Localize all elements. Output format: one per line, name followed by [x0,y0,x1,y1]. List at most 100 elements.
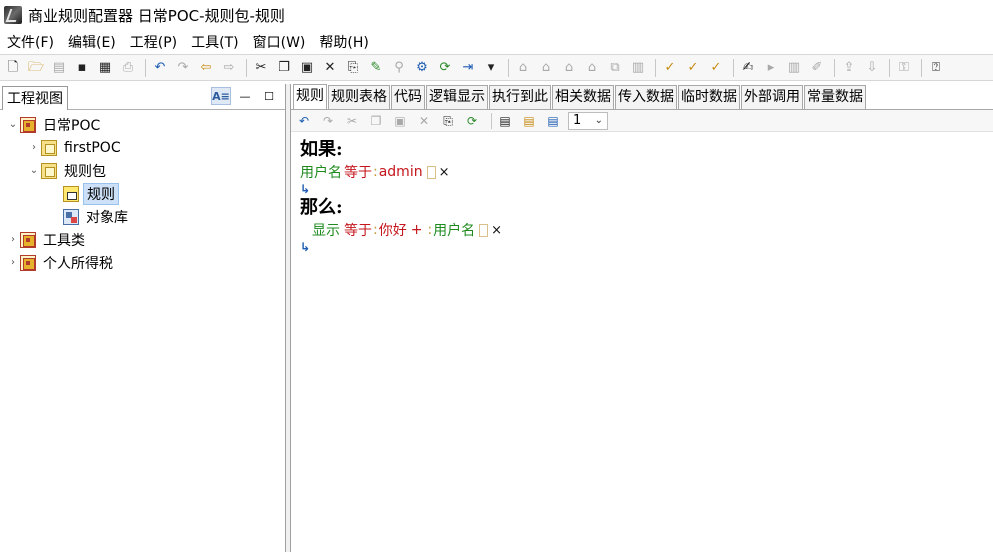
find-icon[interactable]: ⚲ [389,58,409,78]
redo-icon[interactable]: ↷ [319,112,337,130]
action-delete-icon[interactable]: × [491,223,502,238]
edit-icon[interactable]: ✍ [738,58,758,78]
chevron-right-icon[interactable]: › [27,142,41,153]
chevron-down-icon[interactable]: ▾ [481,58,501,78]
tab-code[interactable]: 代码 [391,85,425,109]
action-field[interactable]: 用户名 [433,220,475,240]
menu-window[interactable]: 窗口(W) [253,32,306,52]
save-icon[interactable]: ▪ [72,58,92,78]
forward-icon[interactable]: ⇨ [219,58,239,78]
add-action-arrow-icon[interactable]: ↳ [300,241,310,253]
chevron-right-icon[interactable]: › [6,234,20,245]
undo-icon[interactable]: ↶ [295,112,313,130]
chevron-down-icon[interactable]: ⌄ [27,165,41,176]
tab-rule-table[interactable]: 规则表格 [328,85,390,109]
new-file-icon[interactable]: 🗋 [3,58,23,78]
sort-icon[interactable]: A≡ [211,87,231,105]
tab-external-call[interactable]: 外部调用 [741,85,803,109]
tab-input-data[interactable]: 传入数据 [615,85,677,109]
tree-node-daily-poc[interactable]: ⌄ 日常POC [0,113,285,136]
tree-node-tool-classes[interactable]: › 工具类 [0,228,285,251]
deploy-icon[interactable]: ⌂ [559,58,579,78]
condition-delete-icon[interactable]: × [439,165,450,180]
delete-icon[interactable]: ✕ [320,58,340,78]
build-rule-icon[interactable]: ⌂ [536,58,556,78]
action-bracket-icon[interactable] [479,223,489,237]
cut-icon[interactable]: ✂ [343,112,361,130]
tab-logic-display[interactable]: 逻辑显示 [426,85,488,109]
menu-help[interactable]: 帮助(H) [319,32,368,52]
page-select[interactable]: 1 ⌄ [568,111,608,130]
action-operator[interactable]: 等于 [344,220,372,240]
compare-icon[interactable]: ▥ [628,58,648,78]
document-icon[interactable]: ▤ [496,112,514,130]
project-view-title[interactable]: 工程视图 [2,85,68,110]
build-icon[interactable]: ⌂ [513,58,533,78]
chevron-down-icon[interactable]: ⌄ [6,119,20,130]
action-colon: : [373,222,378,238]
copy-icon[interactable]: ❐ [274,58,294,78]
copy-icon[interactable]: ❐ [367,112,385,130]
chart-icon[interactable]: ▥ [784,58,804,78]
maximize-icon[interactable]: ☐ [259,87,279,105]
back-icon[interactable]: ⇦ [196,58,216,78]
menu-edit[interactable]: 编辑(E) [68,32,116,52]
tab-run-to-here[interactable]: 执行到此 [489,85,551,109]
tab-rule[interactable]: 规则 [293,84,327,109]
action-verb[interactable]: 显示 [312,220,340,240]
tree-node-object-library[interactable]: 对象库 [0,205,285,228]
paste-icon[interactable]: ▣ [391,112,409,130]
chart-edit-icon[interactable]: ✐ [807,58,827,78]
menu-file[interactable]: 文件(F) [7,32,54,52]
refresh-icon[interactable]: ⟳ [463,112,481,130]
cut-icon[interactable]: ✂ [251,58,271,78]
tree-node-label: 个人所得税 [43,255,113,272]
delete-icon[interactable]: ✕ [415,112,433,130]
menu-tools[interactable]: 工具(T) [191,32,238,52]
download-icon[interactable]: ⇩ [862,58,882,78]
add-condition-arrow-icon[interactable]: ↳ [300,183,310,195]
document-check-icon[interactable]: ▤ [544,112,562,130]
action-row[interactable]: 显示 等于 : 你好 + : 用户名 × [312,220,993,240]
undo-icon[interactable]: ↶ [150,58,170,78]
tab-constant-data[interactable]: 常量数据 [804,85,866,109]
tree-node-income-tax[interactable]: › 个人所得税 [0,251,285,274]
menu-project[interactable]: 工程(P) [130,32,177,52]
action-plus[interactable]: + [411,222,423,238]
tab-related-data[interactable]: 相关数据 [552,85,614,109]
close-file-icon[interactable]: ▤ [49,58,69,78]
condition-field[interactable]: 用户名 [300,162,342,182]
run-icon[interactable]: ▸ [761,58,781,78]
verify-icon[interactable]: ✓ [706,58,726,78]
link-icon[interactable]: ⧉ [605,58,625,78]
properties-icon[interactable]: ⚙ [412,58,432,78]
tree-node-rule[interactable]: 规则 [0,182,285,205]
key-icon[interactable]: ⚿ [894,58,914,78]
export-icon[interactable]: ⎘ [439,112,457,130]
chevron-right-icon[interactable]: › [6,257,20,268]
deploy-rule-icon[interactable]: ⌂ [582,58,602,78]
condition-bracket-icon[interactable] [426,165,436,179]
action-value[interactable]: 你好 [379,220,407,240]
redo-icon[interactable]: ↷ [173,58,193,78]
save-all-icon[interactable]: ▦ [95,58,115,78]
tree-node-firstpoc[interactable]: › firstPOC [0,136,285,159]
tab-temp-data[interactable]: 临时数据 [678,85,740,109]
document-search-icon[interactable]: ▤ [520,112,538,130]
indent-icon[interactable]: ⇥ [458,58,478,78]
export-icon[interactable]: ⎘ [343,58,363,78]
minimize-icon[interactable]: — [235,87,255,105]
paste-icon[interactable]: ▣ [297,58,317,78]
check-icon[interactable]: ✓ [660,58,680,78]
check-all-icon[interactable]: ✓ [683,58,703,78]
print-icon[interactable]: ⎙ [118,58,138,78]
condition-value[interactable]: admin [379,164,423,180]
condition-operator[interactable]: 等于 [344,162,372,182]
tree-node-rule-package[interactable]: ⌄ 规则包 [0,159,285,182]
help-icon[interactable]: ⍰ [926,58,946,78]
condition-row[interactable]: 用户名 等于 : admin × [300,162,993,182]
upload-icon[interactable]: ⇪ [839,58,859,78]
open-folder-icon[interactable]: 🗁 [26,58,46,78]
magic-wand-icon[interactable]: ✎ [366,58,386,78]
refresh-icon[interactable]: ⟳ [435,58,455,78]
